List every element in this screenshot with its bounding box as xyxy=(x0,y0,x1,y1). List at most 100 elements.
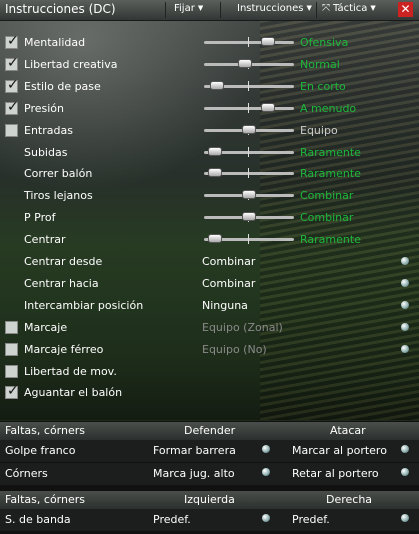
instruction-row: Centrar hacia Combinar xyxy=(0,274,419,294)
slider-handle[interactable] xyxy=(261,37,275,46)
set-piece-label: S. de banda xyxy=(5,513,71,526)
instruction-row: Intercambiar posición Ninguna xyxy=(0,296,419,316)
slider-handle[interactable] xyxy=(261,102,275,112)
instruction-slider[interactable] xyxy=(204,234,294,245)
ball-icon[interactable] xyxy=(401,257,409,265)
ball-icon[interactable] xyxy=(262,514,270,522)
instruction-label: Estilo de pase xyxy=(24,79,101,93)
instruction-checkbox[interactable] xyxy=(5,320,18,334)
instruction-label: Presión xyxy=(24,101,64,115)
set-piece-label: Córners xyxy=(5,467,48,480)
instruction-label: P Prof xyxy=(24,211,56,225)
instruction-row: ✓ Presión A menudo xyxy=(0,99,419,119)
slider-midpoint-tick xyxy=(248,80,249,91)
throw-in-right-select[interactable]: Predef. xyxy=(292,513,330,526)
instruction-value: Raramente xyxy=(300,233,361,247)
checkmark-icon: ✓ xyxy=(7,76,19,93)
instruction-row: Subidas Raramente xyxy=(0,143,419,163)
instruction-checkbox[interactable] xyxy=(5,364,18,378)
instruction-label: Centrar hacia xyxy=(24,276,99,290)
slider-midpoint-tick xyxy=(248,102,249,113)
free-kick-defend-select[interactable]: Formar barrera xyxy=(153,444,236,457)
corners-defend-select[interactable]: Marca jug. alto xyxy=(153,467,235,480)
instruction-label: Centrar xyxy=(24,233,66,247)
instruction-checkbox[interactable]: ✓ xyxy=(5,33,19,49)
instruction-slider[interactable] xyxy=(204,212,294,223)
set-pieces-header: Faltas, córners Defender Atacar xyxy=(0,421,419,441)
instruction-slider[interactable] xyxy=(204,37,294,47)
instruction-slider[interactable] xyxy=(204,80,294,91)
slider-handle[interactable] xyxy=(238,58,252,68)
instruction-row: ✓ Mentalidad Ofensiva xyxy=(0,33,419,53)
instruction-row: Entradas Equipo xyxy=(0,121,419,141)
throw-ins-header: Faltas, córners Izquierda Derecha xyxy=(0,490,419,510)
instruction-checkbox[interactable]: ✓ xyxy=(5,76,19,93)
corners-attack-select[interactable]: Retar al portero xyxy=(292,467,379,480)
slider-handle[interactable] xyxy=(242,124,256,134)
instruction-row: Centrar desde Combinar xyxy=(0,252,419,272)
instruction-value: Combinar xyxy=(300,189,354,203)
set-piece-label: Golpe franco xyxy=(5,444,76,457)
instruction-row: ✓ Aguantar el balón xyxy=(0,383,419,403)
ball-icon[interactable] xyxy=(401,445,409,453)
instruction-slider[interactable] xyxy=(204,102,294,113)
slider-handle[interactable] xyxy=(210,80,224,90)
instruction-row: Marcaje férreo Equipo (No) xyxy=(0,340,419,360)
instructions-panel: Instrucciones (DC) Fijar ▼ Instrucciones ▼… xyxy=(0,0,419,534)
ball-icon[interactable] xyxy=(262,468,270,476)
checkmark-icon: ✓ xyxy=(7,383,19,400)
instruction-value: Normal xyxy=(300,57,340,71)
instruction-slider[interactable] xyxy=(204,58,294,69)
instruction-checkbox[interactable]: ✓ xyxy=(5,383,19,400)
instruction-select[interactable]: Combinar xyxy=(202,255,255,268)
instruction-label: Marcaje xyxy=(24,320,68,334)
instruction-slider[interactable] xyxy=(204,168,294,179)
slider-handle[interactable] xyxy=(242,212,256,222)
instruction-list: ✓ Mentalidad Ofensiva ✓ Libertad creativa Nor… xyxy=(0,0,419,420)
slider-midpoint-tick xyxy=(248,37,249,47)
instruction-slider[interactable] xyxy=(204,190,294,201)
instruction-label: Subidas xyxy=(24,145,68,159)
instruction-slider[interactable] xyxy=(204,146,294,157)
slider-handle[interactable] xyxy=(208,234,222,244)
instruction-value: Equipo xyxy=(300,123,338,137)
free-kick-attack-select[interactable]: Marcar al portero xyxy=(292,444,387,457)
set-piece-row-corners: Córners Marca jug. alto Retar al portero xyxy=(0,463,419,485)
instruction-select[interactable]: Equipo (No) xyxy=(202,343,267,356)
slider-handle[interactable] xyxy=(242,190,256,200)
slider-midpoint-tick xyxy=(248,168,249,179)
checkmark-icon: ✓ xyxy=(7,33,19,49)
slider-handle[interactable] xyxy=(208,146,222,156)
slider-handle[interactable] xyxy=(208,168,222,178)
ball-icon[interactable] xyxy=(401,344,409,353)
instruction-checkbox[interactable] xyxy=(5,123,18,137)
instruction-label: Correr balón xyxy=(24,167,93,181)
instruction-slider[interactable] xyxy=(204,124,294,135)
instruction-row: Tiros lejanos Combinar xyxy=(0,186,419,206)
instruction-label: Marcaje férreo xyxy=(24,342,104,356)
column-header-derecha: Derecha xyxy=(326,493,373,506)
set-piece-row-throw-ins: S. de banda Predef. Predef. xyxy=(0,509,419,531)
ball-icon[interactable] xyxy=(401,300,409,309)
set-piece-row-free-kick: Golpe franco Formar barrera Marcar al po… xyxy=(0,440,419,462)
column-header-atacar: Atacar xyxy=(330,424,366,437)
instruction-checkbox[interactable]: ✓ xyxy=(5,99,19,115)
instruction-select[interactable]: Combinar xyxy=(202,277,255,290)
ball-icon[interactable] xyxy=(262,445,270,453)
instruction-label: Centrar desde xyxy=(24,255,103,268)
ball-icon[interactable] xyxy=(401,322,409,331)
slider-midpoint-tick xyxy=(248,146,249,157)
ball-icon[interactable] xyxy=(401,514,409,522)
column-header-defender: Defender xyxy=(184,424,236,437)
instruction-checkbox[interactable] xyxy=(5,342,18,356)
instruction-value: Raramente xyxy=(300,145,361,159)
ball-icon[interactable] xyxy=(401,468,409,476)
instruction-select[interactable]: Ninguna xyxy=(202,299,248,312)
ball-icon[interactable] xyxy=(401,278,409,287)
instruction-checkbox[interactable]: ✓ xyxy=(5,54,19,71)
checkmark-icon: ✓ xyxy=(7,54,19,71)
instruction-select[interactable]: Equipo (Zonal) xyxy=(202,321,283,334)
instruction-label: Entradas xyxy=(24,123,73,137)
throw-in-left-select[interactable]: Predef. xyxy=(153,513,191,526)
column-header-izquierda: Izquierda xyxy=(184,493,235,506)
